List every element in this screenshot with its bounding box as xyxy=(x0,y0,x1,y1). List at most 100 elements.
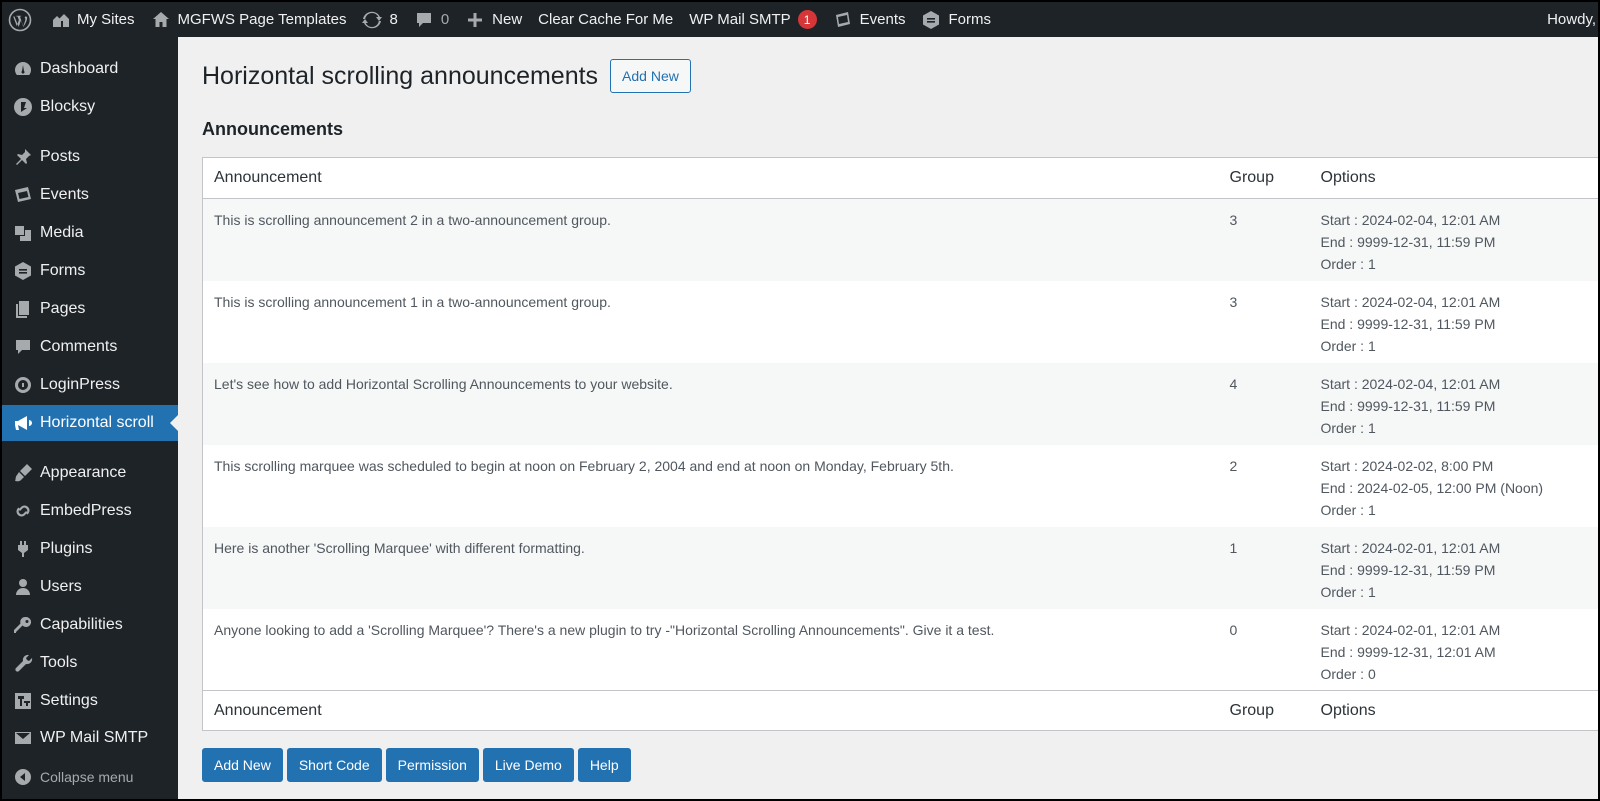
options-cell: Start : 2024-02-04, 12:01 AM End : 9999-… xyxy=(1310,281,1599,363)
new-content-menu[interactable]: New xyxy=(457,2,530,37)
sidebar-item-loginpress[interactable]: LoginPress xyxy=(2,367,178,403)
table-row[interactable]: Here is another 'Scrolling Marquee' with… xyxy=(202,526,1598,609)
start-date: Start : 2024-02-04, 12:01 AM xyxy=(1320,293,1501,310)
sidebar-item-embedpress[interactable]: EmbedPress xyxy=(2,493,178,529)
sidebar-item-forms[interactable]: Forms xyxy=(2,253,178,289)
clear-cache-button[interactable]: Clear Cache For Me xyxy=(530,2,681,37)
media-icon xyxy=(2,223,38,243)
live-demo-button[interactable]: Live Demo xyxy=(482,748,574,782)
forms-menu[interactable]: Forms xyxy=(913,2,999,37)
events-menu[interactable]: Events xyxy=(825,2,914,37)
column-header-announcement: Announcement xyxy=(202,157,1219,199)
group-cell: 3 xyxy=(1229,293,1238,310)
megaphone-icon xyxy=(2,413,38,433)
wrench-icon xyxy=(2,653,38,673)
admin-bar: My Sites MGFWS Page Templates 8 0 New Cl… xyxy=(2,2,1598,37)
updates-count: 8 xyxy=(389,11,398,28)
pin-icon xyxy=(2,147,38,167)
table-row[interactable]: Let's see how to add Horizontal Scrollin… xyxy=(202,362,1598,445)
sidebar-item-media[interactable]: Media xyxy=(2,215,178,251)
settings-icon xyxy=(2,691,38,711)
forms-label: Forms xyxy=(948,11,991,28)
start-date: Start : 2024-02-04, 12:01 AM xyxy=(1320,212,1501,228)
forms-icon xyxy=(2,261,38,281)
group-cell: 3 xyxy=(1229,212,1238,228)
wordpress-logo-button[interactable] xyxy=(2,2,42,37)
forms-icon xyxy=(921,10,941,30)
end-date: End : 9999-12-31, 11:59 PM xyxy=(1320,561,1496,578)
my-sites-menu[interactable]: My Sites xyxy=(42,2,143,37)
start-date: Start : 2024-02-04, 12:01 AM xyxy=(1320,375,1501,392)
order-value: Order : 1 xyxy=(1320,256,1376,272)
add-new-bottom-button[interactable]: Add New xyxy=(202,748,283,782)
start-date: Start : 2024-02-01, 12:01 AM xyxy=(1320,539,1501,556)
page-title: Horizontal scrolling announcements xyxy=(202,61,599,90)
permission-button[interactable]: Permission xyxy=(385,748,479,782)
section-title: Announcements xyxy=(202,119,344,139)
calendar-icon xyxy=(833,10,853,30)
site-name-menu[interactable]: MGFWS Page Templates xyxy=(143,2,355,37)
sidebar-item-wp-mail-smtp[interactable]: WP Mail SMTP xyxy=(2,720,178,756)
order-value: Order : 0 xyxy=(1320,665,1376,682)
plus-icon xyxy=(465,10,485,30)
table-row[interactable]: This is scrolling announcement 2 in a tw… xyxy=(202,198,1598,281)
help-button[interactable]: Help xyxy=(577,748,631,782)
sidebar-item-capabilities[interactable]: Capabilities xyxy=(2,607,178,643)
sidebar-item-users[interactable]: Users xyxy=(2,569,178,605)
dashboard-icon xyxy=(2,59,38,79)
mail-icon xyxy=(2,728,38,748)
group-cell: 4 xyxy=(1229,375,1238,392)
embedpress-icon xyxy=(2,501,38,521)
sidebar-item-appearance[interactable]: Appearance xyxy=(2,455,178,491)
notification-badge: 1 xyxy=(797,10,817,29)
collapse-menu-button[interactable]: Collapse menu xyxy=(2,759,178,795)
start-date: Start : 2024-02-02, 8:00 PM xyxy=(1320,457,1494,474)
end-date: End : 9999-12-31, 12:01 AM xyxy=(1320,643,1496,660)
sidebar-item-blocksy[interactable]: Blocksy xyxy=(2,89,178,125)
column-header-group: Group xyxy=(1218,157,1310,199)
admin-sidebar: Dashboard Blocksy Posts Events Media For… xyxy=(2,37,178,799)
sidebar-item-posts[interactable]: Posts xyxy=(2,139,178,175)
sidebar-item-comments[interactable]: Comments xyxy=(2,329,178,365)
wordpress-icon xyxy=(8,8,32,32)
sidebar-item-settings[interactable]: Settings xyxy=(2,683,178,719)
sidebar-item-horizontal-scroll[interactable]: Horizontal scroll xyxy=(2,405,178,441)
updates-button[interactable]: 8 xyxy=(354,2,405,37)
loginpress-icon xyxy=(2,375,38,395)
sidebar-item-pages[interactable]: Pages xyxy=(2,291,178,327)
column-footer-options: Options xyxy=(1309,690,1598,731)
my-sites-icon xyxy=(50,10,70,30)
plugin-icon xyxy=(2,539,38,559)
action-buttons: Add New Short Code Permission Live Demo … xyxy=(202,748,631,782)
announcement-cell: Anyone looking to add a 'Scrolling Marqu… xyxy=(214,621,995,638)
my-sites-label: My Sites xyxy=(77,11,135,28)
start-date: Start : 2024-02-01, 12:01 AM xyxy=(1320,621,1501,638)
users-icon xyxy=(2,577,38,597)
order-value: Order : 1 xyxy=(1320,337,1376,354)
announcement-cell: This is scrolling announcement 1 in a tw… xyxy=(214,293,611,310)
table-row[interactable]: This is scrolling announcement 1 in a tw… xyxy=(202,280,1599,363)
blocksy-icon xyxy=(2,97,38,117)
site-name-label: MGFWS Page Templates xyxy=(177,11,347,28)
account-menu[interactable]: Howdy, xyxy=(1547,2,1598,37)
key-icon xyxy=(2,615,38,635)
events-label: Events xyxy=(859,11,906,28)
pages-icon xyxy=(2,299,38,319)
wp-admin-window: My Sites MGFWS Page Templates 8 0 New Cl… xyxy=(2,2,1598,799)
announcement-cell: This scrolling marquee was scheduled to … xyxy=(214,457,954,474)
table-header-row: Announcement Group Options xyxy=(202,157,1598,199)
updates-icon xyxy=(362,10,383,30)
sidebar-item-plugins[interactable]: Plugins xyxy=(2,531,178,567)
sidebar-item-tools[interactable]: Tools xyxy=(2,645,178,681)
new-label: New xyxy=(492,11,523,28)
sidebar-item-dashboard[interactable]: Dashboard xyxy=(2,51,178,87)
table-row[interactable]: Anyone looking to add a 'Scrolling Marqu… xyxy=(202,608,1598,691)
table-row[interactable]: This scrolling marquee was scheduled to … xyxy=(202,444,1598,527)
comments-button[interactable]: 0 xyxy=(406,2,457,37)
wp-mail-smtp-menu[interactable]: WP Mail SMTP 1 xyxy=(681,2,824,37)
add-new-button[interactable]: Add New xyxy=(610,59,691,93)
end-date: End : 9999-12-31, 11:59 PM xyxy=(1320,234,1496,250)
short-code-button[interactable]: Short Code xyxy=(286,748,382,782)
collapse-arrow-icon xyxy=(2,767,38,787)
sidebar-item-events[interactable]: Events xyxy=(2,177,178,213)
